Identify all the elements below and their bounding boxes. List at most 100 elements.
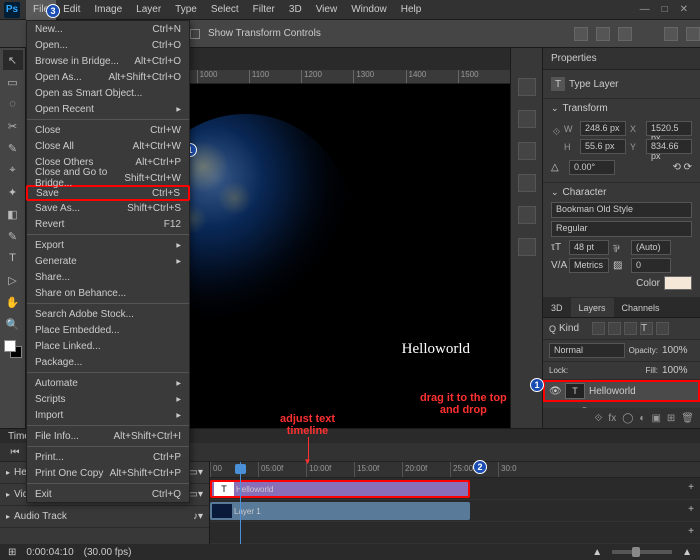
filter-icon[interactable] [608, 322, 621, 335]
menu-item[interactable]: Generate [27, 253, 189, 269]
video-clip[interactable]: Layer 1 [210, 502, 470, 520]
link-icon[interactable]: ⟐ [551, 118, 562, 146]
fill-input[interactable]: 100% [662, 365, 694, 376]
panel-icon[interactable] [518, 142, 536, 160]
menu-item[interactable]: RevertF12 [27, 216, 189, 232]
panel-icon[interactable] [518, 206, 536, 224]
frame-mode-icon[interactable]: ⊞ [8, 547, 16, 558]
font-select[interactable]: Bookman Old Style [551, 202, 692, 218]
tool-button[interactable]: ◧ [3, 204, 23, 224]
tool-button[interactable]: ✎ [3, 226, 23, 246]
color-swatches[interactable] [4, 340, 22, 358]
menu-image[interactable]: Image [87, 0, 129, 20]
panel-icon[interactable] [518, 78, 536, 96]
search-icon[interactable] [664, 27, 678, 41]
menu-item[interactable]: Share... [27, 269, 189, 285]
layer-item[interactable]: 👁THelloworld [543, 380, 700, 402]
menu-item[interactable]: Print...Ctrl+P [27, 449, 189, 465]
menu-view[interactable]: View [309, 0, 345, 20]
menu-item[interactable]: Automate [27, 375, 189, 391]
menu-item[interactable]: CloseCtrl+W [27, 122, 189, 138]
menu-layer[interactable]: Layer [129, 0, 168, 20]
text-layer-preview[interactable]: Helloworld [402, 341, 470, 358]
folder-icon[interactable]: ▣ [651, 413, 660, 424]
tool-button[interactable]: ✎ [3, 138, 23, 158]
tab-channels[interactable]: Channels [614, 298, 668, 317]
font-style-select[interactable]: Regular [551, 221, 692, 237]
menu-item[interactable]: Open...Ctrl+O [27, 37, 189, 53]
x-input[interactable]: 1520.5 px [646, 121, 692, 136]
height-input[interactable]: 55.6 px [580, 139, 626, 154]
add-clip-icon[interactable]: + [688, 504, 694, 515]
menu-item[interactable]: Import [27, 407, 189, 423]
tool-button[interactable]: ✂ [3, 116, 23, 136]
menu-window[interactable]: Window [344, 0, 394, 20]
playhead[interactable] [240, 462, 241, 544]
properties-header[interactable]: Properties [543, 48, 700, 70]
menu-type[interactable]: Type [168, 0, 204, 20]
menu-help[interactable]: Help [394, 0, 429, 20]
tool-button[interactable]: 🔍 [3, 314, 23, 334]
add-clip-icon[interactable]: + [688, 482, 694, 493]
panel-icon[interactable] [518, 110, 536, 128]
minimize-icon[interactable]: — [640, 4, 650, 15]
close-icon[interactable]: ✕ [680, 4, 688, 15]
menu-item[interactable]: Place Embedded... [27, 322, 189, 338]
mask-icon[interactable]: ◯ [622, 413, 633, 424]
menu-item[interactable]: Place Linked... [27, 338, 189, 354]
filter-icon[interactable]: T [640, 322, 653, 335]
filter-icon[interactable] [592, 322, 605, 335]
menu-item[interactable]: New...Ctrl+N [27, 21, 189, 37]
panel-icon[interactable] [518, 174, 536, 192]
first-frame-icon[interactable]: ⏮ [8, 445, 22, 459]
timeline-clips-area[interactable]: 0005:00f10:00f15:00f20:00f25:00f30:0 THe… [210, 462, 700, 544]
fx-icon[interactable]: fx [608, 413, 616, 424]
menu-item[interactable]: Open Recent [27, 101, 189, 117]
tool-button[interactable]: ▷ [3, 270, 23, 290]
menu-item[interactable]: File Info...Alt+Shift+Ctrl+I [27, 428, 189, 444]
menu-item[interactable]: Open as Smart Object... [27, 85, 189, 101]
tool-button[interactable]: ✋ [3, 292, 23, 312]
menu-item[interactable]: Export [27, 237, 189, 253]
angle-input[interactable]: 0.00° [569, 160, 615, 175]
workspace-icon[interactable] [686, 27, 700, 41]
menu-item[interactable]: Print One CopyAlt+Shift+Ctrl+P [27, 465, 189, 481]
opacity-input[interactable]: 100% [662, 345, 694, 356]
text-color-swatch[interactable] [664, 276, 692, 290]
menu-item[interactable]: ExitCtrl+Q [27, 486, 189, 502]
tool-button[interactable]: ✦ [3, 182, 23, 202]
transform-section[interactable]: Transform [551, 103, 692, 114]
transform-checkbox[interactable] [190, 29, 200, 39]
text-clip[interactable]: THelloworld [210, 480, 470, 498]
link-layers-icon[interactable]: ⟐ [595, 413, 603, 424]
add-clip-icon[interactable]: + [688, 526, 694, 537]
menu-item[interactable]: Save As...Shift+Ctrl+S [27, 200, 189, 216]
menu-item[interactable]: Open As...Alt+Shift+Ctrl+O [27, 69, 189, 85]
menu-item[interactable]: Browse in Bridge...Alt+Ctrl+O [27, 53, 189, 69]
3d-icon[interactable] [596, 27, 610, 41]
kind-select[interactable]: Kind [559, 323, 589, 334]
tab-3d[interactable]: 3D [543, 298, 571, 317]
trash-icon[interactable]: 🗑 [681, 413, 694, 424]
font-size-input[interactable]: 48 pt [569, 240, 609, 255]
filter-icon[interactable] [624, 322, 637, 335]
filter-icon[interactable] [656, 322, 669, 335]
track-header[interactable]: Audio Track♪▾ [0, 506, 209, 528]
tool-button[interactable]: ▭ [3, 72, 23, 92]
tool-button[interactable]: ◌ [3, 94, 23, 114]
character-section[interactable]: Character [551, 187, 692, 198]
panel-icon[interactable] [518, 238, 536, 256]
menu-select[interactable]: Select [204, 0, 246, 20]
menu-3d[interactable]: 3D [282, 0, 309, 20]
menu-item[interactable]: Scripts [27, 391, 189, 407]
zoom-in-icon[interactable]: ▲ [682, 547, 692, 558]
menu-item[interactable]: Close and Go to Bridge...Shift+Ctrl+W [27, 170, 189, 186]
width-input[interactable]: 248.6 px [580, 121, 626, 136]
tool-button[interactable]: T [3, 248, 23, 268]
y-input[interactable]: 834.66 px [646, 139, 692, 154]
align-icon[interactable] [574, 27, 588, 41]
blend-mode-select[interactable]: Normal [549, 343, 625, 358]
menu-edit[interactable]: Edit [56, 0, 87, 20]
menu-filter[interactable]: Filter [246, 0, 282, 20]
adjustment-icon[interactable]: ◐ [639, 413, 645, 424]
